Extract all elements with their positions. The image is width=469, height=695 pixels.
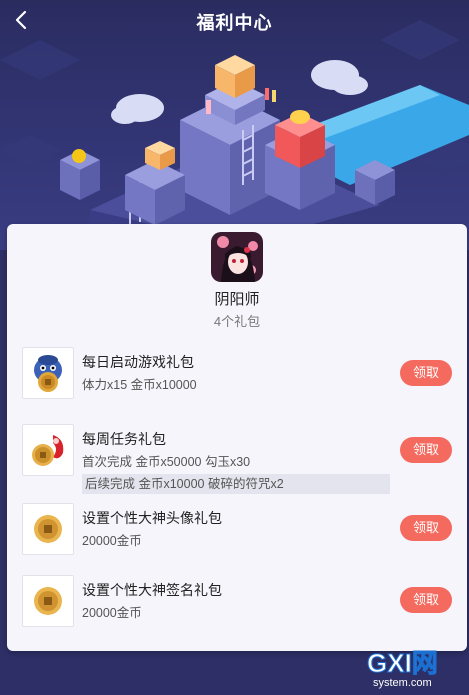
gold-coin-icon bbox=[22, 503, 74, 555]
gift-title: 每周任务礼包 bbox=[82, 431, 166, 447]
top-bar: 福利中心 bbox=[0, 0, 469, 42]
claim-button[interactable]: 领取 bbox=[400, 515, 452, 541]
gift-reward: 20000金币 bbox=[82, 606, 142, 620]
gift-reward: 20000金币 bbox=[82, 534, 142, 548]
coin-and-jade-icon bbox=[22, 424, 74, 476]
blue-creature-coin-icon bbox=[22, 347, 74, 399]
game-name: 阴阳师 bbox=[214, 291, 260, 308]
gift-reward-secondary: 后续完成 金币x10000 破碎的符咒x2 bbox=[82, 474, 390, 494]
watermark-url: system.com bbox=[373, 677, 432, 689]
claim-button[interactable]: 领取 bbox=[400, 360, 452, 386]
gift-title: 设置个性大神头像礼包 bbox=[82, 510, 222, 526]
gold-coin-icon bbox=[22, 575, 74, 627]
onmyoji-character-icon bbox=[211, 232, 263, 282]
gift-title: 设置个性大神签名礼包 bbox=[82, 582, 222, 598]
gift-reward: 首次完成 金币x50000 勾玉x30 bbox=[82, 455, 251, 469]
game-avatar[interactable] bbox=[211, 232, 263, 282]
claim-button[interactable]: 领取 bbox=[400, 587, 452, 613]
gxi-logo: GXI网 system.com bbox=[367, 648, 439, 690]
watermark-brand: GXI网 bbox=[367, 648, 438, 678]
gift-count: 4个礼包 bbox=[213, 314, 261, 329]
claim-button[interactable]: 领取 bbox=[400, 437, 452, 463]
gift-title: 每日启动游戏礼包 bbox=[82, 354, 194, 370]
gift-card: 阴阳师 4个礼包 每日启动游戏礼包 体力x15 金币x10000 领取 每周任务… bbox=[7, 224, 467, 651]
gift-reward: 体力x15 金币x10000 bbox=[82, 378, 197, 392]
page-title: 福利中心 bbox=[196, 13, 273, 33]
site-watermark: GXI网 system.com bbox=[365, 644, 465, 690]
